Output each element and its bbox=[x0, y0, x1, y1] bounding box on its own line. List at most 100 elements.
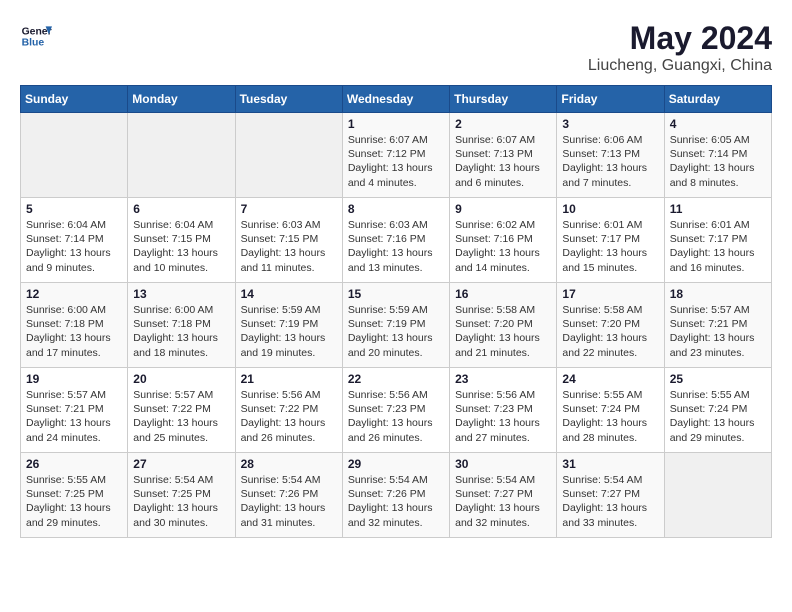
calendar-week-row: 26Sunrise: 5:55 AMSunset: 7:25 PMDayligh… bbox=[21, 453, 772, 538]
day-number: 10 bbox=[562, 202, 658, 216]
table-row: 18 Sunrise: 5:57 AMSunset: 7:21 PMDayligh… bbox=[664, 283, 771, 368]
day-number: 31 bbox=[562, 457, 658, 471]
day-info: Sunrise: 6:00 AMSunset: 7:18 PMDaylight:… bbox=[26, 303, 122, 360]
table-row: 30 Sunrise: 5:54 AMSunset: 7:27 PMDayligh… bbox=[450, 453, 557, 538]
day-number: 4 bbox=[670, 117, 766, 131]
table-row bbox=[235, 113, 342, 198]
header-thursday: Thursday bbox=[450, 86, 557, 113]
day-number: 8 bbox=[348, 202, 444, 216]
table-row: 27 Sunrise: 5:54 AMSunset: 7:25 PMDayligh… bbox=[128, 453, 235, 538]
day-number: 15 bbox=[348, 287, 444, 301]
calendar-week-row: 12 Sunrise: 6:00 AMSunset: 7:18 PMDayligh… bbox=[21, 283, 772, 368]
day-number: 25 bbox=[670, 372, 766, 386]
table-row: 21 Sunrise: 5:56 AMSunset: 7:22 PMDayligh… bbox=[235, 368, 342, 453]
day-info: Sunrise: 6:01 AMSunset: 7:17 PMDaylight:… bbox=[562, 218, 658, 275]
calendar-week-row: 5Sunrise: 6:04 AMSunset: 7:14 PMDaylight… bbox=[21, 198, 772, 283]
table-row: 4 Sunrise: 6:05 AMSunset: 7:14 PMDaylight… bbox=[664, 113, 771, 198]
calendar-table: Sunday Monday Tuesday Wednesday Thursday… bbox=[20, 85, 772, 538]
weekday-header-row: Sunday Monday Tuesday Wednesday Thursday… bbox=[21, 86, 772, 113]
day-number: 13 bbox=[133, 287, 229, 301]
day-info: Sunrise: 5:58 AMSunset: 7:20 PMDaylight:… bbox=[455, 303, 551, 360]
day-number: 12 bbox=[26, 287, 122, 301]
day-info: Sunrise: 6:07 AMSunset: 7:12 PMDaylight:… bbox=[348, 133, 444, 190]
table-row: 24 Sunrise: 5:55 AMSunset: 7:24 PMDayligh… bbox=[557, 368, 664, 453]
logo: General Blue bbox=[20, 20, 52, 52]
day-info: Sunrise: 6:01 AMSunset: 7:17 PMDaylight:… bbox=[670, 218, 766, 275]
calendar-subtitle: Liucheng, Guangxi, China bbox=[588, 57, 772, 75]
day-info: Sunrise: 6:07 AMSunset: 7:13 PMDaylight:… bbox=[455, 133, 551, 190]
day-info: Sunrise: 5:55 AMSunset: 7:25 PMDaylight:… bbox=[26, 473, 122, 530]
day-info: Sunrise: 5:55 AMSunset: 7:24 PMDaylight:… bbox=[562, 388, 658, 445]
table-row: 2 Sunrise: 6:07 AMSunset: 7:13 PMDaylight… bbox=[450, 113, 557, 198]
table-row bbox=[128, 113, 235, 198]
day-info: Sunrise: 5:59 AMSunset: 7:19 PMDaylight:… bbox=[241, 303, 337, 360]
day-number: 17 bbox=[562, 287, 658, 301]
calendar-week-row: 19 Sunrise: 5:57 AMSunset: 7:21 PMDayligh… bbox=[21, 368, 772, 453]
day-info: Sunrise: 5:54 AMSunset: 7:27 PMDaylight:… bbox=[455, 473, 551, 530]
day-info: Sunrise: 5:56 AMSunset: 7:23 PMDaylight:… bbox=[348, 388, 444, 445]
day-number: 9 bbox=[455, 202, 551, 216]
table-row: 20 Sunrise: 5:57 AMSunset: 7:22 PMDayligh… bbox=[128, 368, 235, 453]
calendar-week-row: 1 Sunrise: 6:07 AMSunset: 7:12 PMDaylight… bbox=[21, 113, 772, 198]
day-info: Sunrise: 5:56 AMSunset: 7:22 PMDaylight:… bbox=[241, 388, 337, 445]
day-info: Sunrise: 5:54 AMSunset: 7:25 PMDaylight:… bbox=[133, 473, 229, 530]
table-row: 28Sunrise: 5:54 AMSunset: 7:26 PMDayligh… bbox=[235, 453, 342, 538]
table-row: 1 Sunrise: 6:07 AMSunset: 7:12 PMDaylight… bbox=[342, 113, 449, 198]
day-info: Sunrise: 6:05 AMSunset: 7:14 PMDaylight:… bbox=[670, 133, 766, 190]
day-number: 6 bbox=[133, 202, 229, 216]
page-header: General Blue May 2024 Liucheng, Guangxi,… bbox=[20, 20, 772, 75]
day-info: Sunrise: 6:03 AMSunset: 7:16 PMDaylight:… bbox=[348, 218, 444, 275]
header-sunday: Sunday bbox=[21, 86, 128, 113]
table-row: 29Sunrise: 5:54 AMSunset: 7:26 PMDayligh… bbox=[342, 453, 449, 538]
header-tuesday: Tuesday bbox=[235, 86, 342, 113]
day-number: 22 bbox=[348, 372, 444, 386]
table-row: 13 Sunrise: 6:00 AMSunset: 7:18 PMDayligh… bbox=[128, 283, 235, 368]
day-info: Sunrise: 6:06 AMSunset: 7:13 PMDaylight:… bbox=[562, 133, 658, 190]
table-row: 5Sunrise: 6:04 AMSunset: 7:14 PMDaylight… bbox=[21, 198, 128, 283]
day-number: 30 bbox=[455, 457, 551, 471]
day-number: 7 bbox=[241, 202, 337, 216]
table-row: 15Sunrise: 5:59 AMSunset: 7:19 PMDayligh… bbox=[342, 283, 449, 368]
day-info: Sunrise: 5:54 AMSunset: 7:26 PMDaylight:… bbox=[348, 473, 444, 530]
day-info: Sunrise: 5:54 AMSunset: 7:26 PMDaylight:… bbox=[241, 473, 337, 530]
table-row: 16Sunrise: 5:58 AMSunset: 7:20 PMDayligh… bbox=[450, 283, 557, 368]
table-row: 31 Sunrise: 5:54 AMSunset: 7:27 PMDayligh… bbox=[557, 453, 664, 538]
day-info: Sunrise: 5:54 AMSunset: 7:27 PMDaylight:… bbox=[562, 473, 658, 530]
day-number: 23 bbox=[455, 372, 551, 386]
day-number: 1 bbox=[348, 117, 444, 131]
day-info: Sunrise: 6:04 AMSunset: 7:15 PMDaylight:… bbox=[133, 218, 229, 275]
day-number: 20 bbox=[133, 372, 229, 386]
day-number: 14 bbox=[241, 287, 337, 301]
calendar-title: May 2024 bbox=[588, 20, 772, 57]
table-row: 9 Sunrise: 6:02 AMSunset: 7:16 PMDaylight… bbox=[450, 198, 557, 283]
table-row: 11 Sunrise: 6:01 AMSunset: 7:17 PMDayligh… bbox=[664, 198, 771, 283]
day-info: Sunrise: 5:57 AMSunset: 7:21 PMDaylight:… bbox=[26, 388, 122, 445]
table-row: 8 Sunrise: 6:03 AMSunset: 7:16 PMDaylight… bbox=[342, 198, 449, 283]
day-number: 24 bbox=[562, 372, 658, 386]
table-row: 17 Sunrise: 5:58 AMSunset: 7:20 PMDayligh… bbox=[557, 283, 664, 368]
day-info: Sunrise: 6:02 AMSunset: 7:16 PMDaylight:… bbox=[455, 218, 551, 275]
header-wednesday: Wednesday bbox=[342, 86, 449, 113]
day-info: Sunrise: 5:56 AMSunset: 7:23 PMDaylight:… bbox=[455, 388, 551, 445]
day-number: 27 bbox=[133, 457, 229, 471]
day-number: 19 bbox=[26, 372, 122, 386]
table-row: 12 Sunrise: 6:00 AMSunset: 7:18 PMDayligh… bbox=[21, 283, 128, 368]
header-friday: Friday bbox=[557, 86, 664, 113]
table-row: 23 Sunrise: 5:56 AMSunset: 7:23 PMDayligh… bbox=[450, 368, 557, 453]
table-row: 25 Sunrise: 5:55 AMSunset: 7:24 PMDayligh… bbox=[664, 368, 771, 453]
day-info: Sunrise: 6:00 AMSunset: 7:18 PMDaylight:… bbox=[133, 303, 229, 360]
day-number: 21 bbox=[241, 372, 337, 386]
day-info: Sunrise: 5:58 AMSunset: 7:20 PMDaylight:… bbox=[562, 303, 658, 360]
day-number: 11 bbox=[670, 202, 766, 216]
day-info: Sunrise: 6:04 AMSunset: 7:14 PMDaylight:… bbox=[26, 218, 122, 275]
day-number: 18 bbox=[670, 287, 766, 301]
day-number: 2 bbox=[455, 117, 551, 131]
day-info: Sunrise: 5:55 AMSunset: 7:24 PMDaylight:… bbox=[670, 388, 766, 445]
table-row: 6 Sunrise: 6:04 AMSunset: 7:15 PMDaylight… bbox=[128, 198, 235, 283]
title-block: May 2024 Liucheng, Guangxi, China bbox=[588, 20, 772, 75]
table-row bbox=[664, 453, 771, 538]
table-row: 19 Sunrise: 5:57 AMSunset: 7:21 PMDayligh… bbox=[21, 368, 128, 453]
day-info: Sunrise: 5:57 AMSunset: 7:21 PMDaylight:… bbox=[670, 303, 766, 360]
day-info: Sunrise: 5:57 AMSunset: 7:22 PMDaylight:… bbox=[133, 388, 229, 445]
header-saturday: Saturday bbox=[664, 86, 771, 113]
